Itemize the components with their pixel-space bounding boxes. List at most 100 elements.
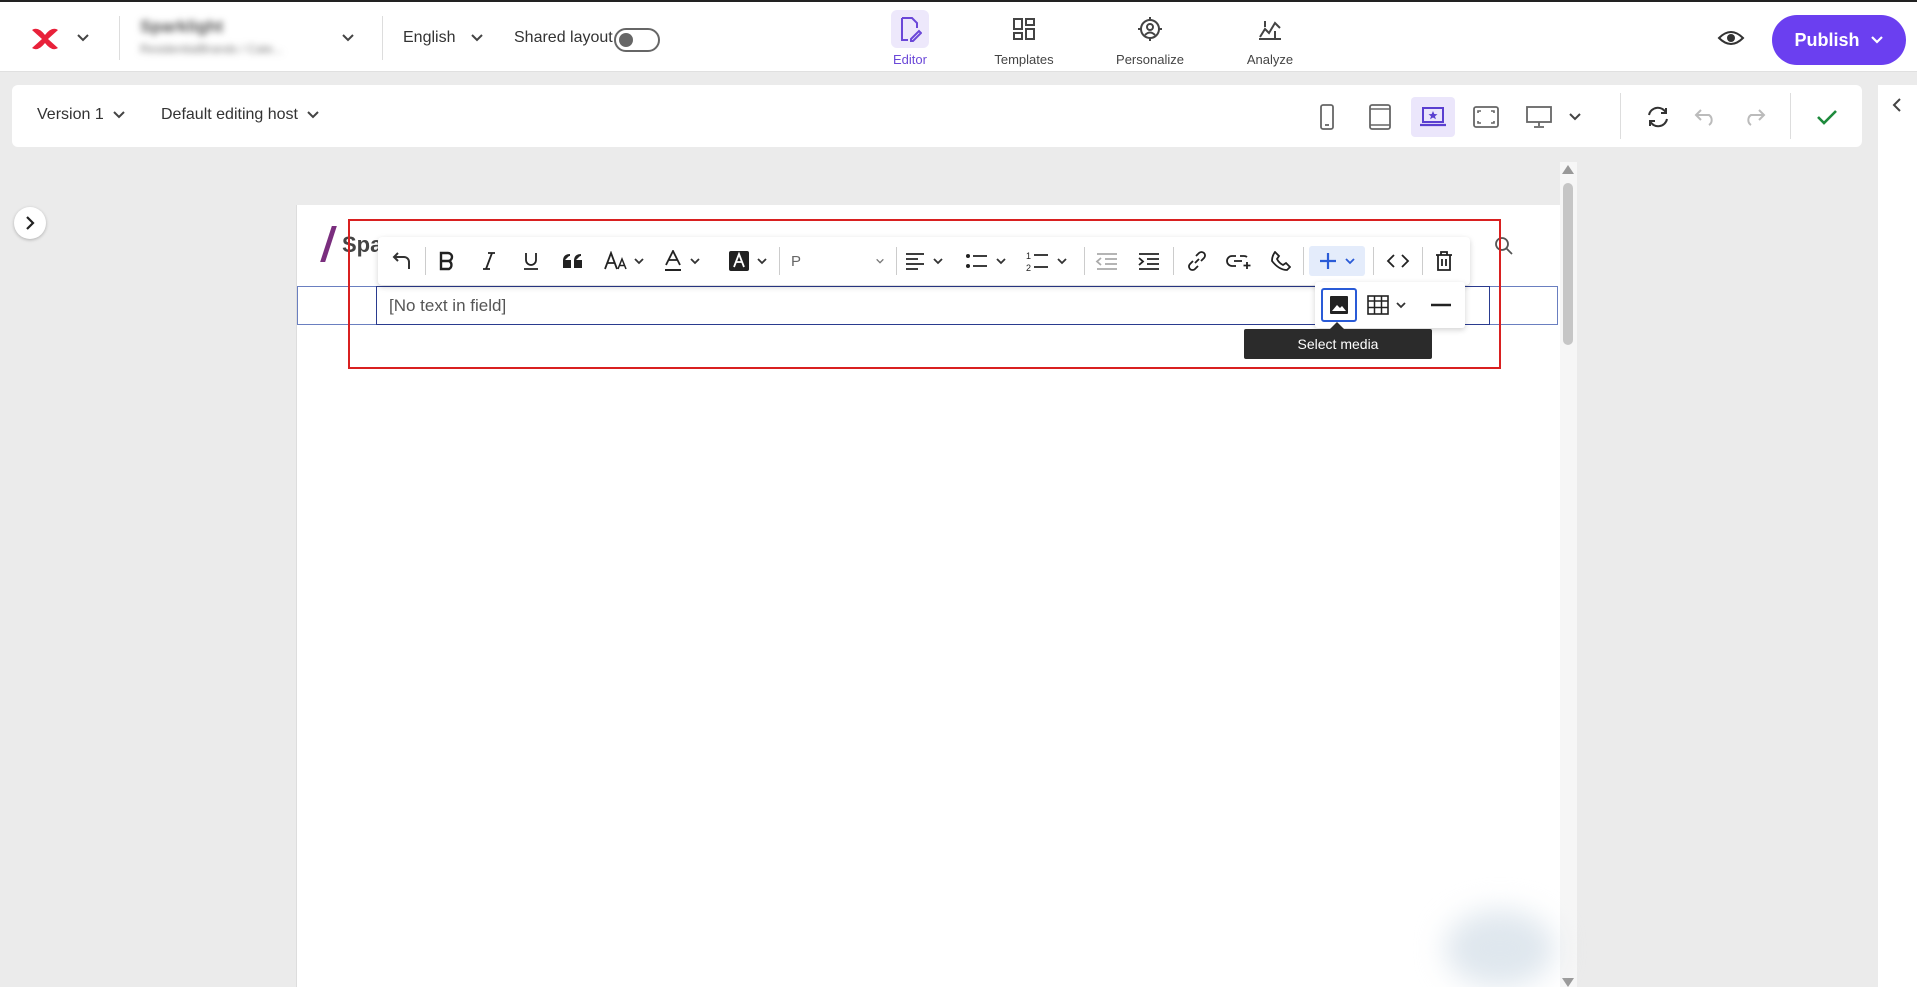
nav-analyze-label: Analyze [1246,52,1294,67]
undo-button[interactable] [1684,97,1728,137]
tablet-icon [1369,104,1391,130]
device-mobile-button[interactable] [1305,97,1349,137]
undo-icon [1694,109,1713,126]
redo-button[interactable] [1732,97,1776,137]
insert-button[interactable] [1309,246,1365,276]
shared-layout-label: Shared layout [514,29,613,46]
publish-label: Publish [1794,29,1860,50]
blockquote-button[interactable] [560,246,586,276]
analyze-icon [1251,10,1289,48]
publish-button[interactable]: Publish [1772,15,1906,65]
indent-icon [1138,253,1159,270]
select-media-button[interactable] [1321,288,1357,322]
chevron-left-icon[interactable] [1892,97,1902,113]
site-name[interactable]: Sparklight [140,17,223,37]
check-icon [1817,110,1837,125]
app-switcher-chevron-icon[interactable] [76,30,90,48]
svg-text:1: 1 [1026,251,1031,261]
shared-layout-toggle[interactable] [614,28,660,52]
personalize-icon [1131,10,1169,48]
bullet-list-button[interactable] [965,246,1013,276]
align-left-icon [906,253,924,270]
device-laptop-button[interactable] [1411,97,1455,137]
desktop-icon [1526,106,1552,128]
bold-button[interactable] [434,246,460,276]
nav-personalize-label: Personalize [1116,52,1184,67]
site-path: ResidentialBrands / Cate... [140,42,283,56]
image-icon [1330,296,1348,314]
horizontal-rule-button[interactable] [1427,290,1455,320]
chevron-down-icon [996,258,1006,265]
chevron-down-icon [1396,302,1406,309]
highlight-icon [729,251,749,271]
language-selector[interactable]: English [403,29,484,47]
language-label: English [403,29,456,46]
device-custom-button[interactable] [1464,97,1508,137]
chevron-right-icon [26,216,35,230]
nav-editor[interactable]: Editor [860,10,960,67]
arrow-up-left-icon [392,252,410,269]
insert-link-button[interactable] [1225,246,1253,276]
preview-eye-icon[interactable] [1717,24,1745,57]
nav-analyze[interactable]: Analyze [1220,10,1320,67]
table-icon [1367,295,1389,315]
phone-link-button[interactable] [1268,246,1294,276]
indent-button[interactable] [1135,246,1163,276]
scroll-down-arrow-icon[interactable] [1562,978,1574,987]
font-size-button[interactable] [603,246,649,276]
chevron-down-icon [307,111,319,119]
editing-host-selector[interactable]: Default editing host [161,106,320,124]
chevron-down-icon [113,111,125,119]
scroll-up-arrow-icon[interactable] [1562,165,1574,174]
device-more-chevron[interactable] [1560,97,1590,137]
save-check-button[interactable] [1805,97,1849,137]
bold-icon [439,251,454,271]
highlight-color-button[interactable] [728,246,772,276]
chevron-down-icon [1345,258,1355,265]
link-add-icon [1226,255,1251,269]
source-code-button[interactable] [1383,246,1413,276]
app-logo[interactable] [28,24,62,54]
outdent-button[interactable] [1093,246,1121,276]
select-parent-button[interactable] [388,246,414,276]
underline-button[interactable] [518,246,544,276]
font-color-button[interactable] [663,246,703,276]
plus-icon [1320,253,1336,269]
templates-icon [1005,10,1043,48]
chevron-down-icon [1057,258,1067,265]
refresh-icon [1648,106,1668,128]
link-button[interactable] [1184,246,1210,276]
version-selector[interactable]: Version 1 [37,106,126,124]
italic-button[interactable] [476,246,502,276]
scrollbar-thumb[interactable] [1563,183,1573,345]
device-tablet-button[interactable] [1358,97,1402,137]
delete-button[interactable] [1431,246,1457,276]
paragraph-format-select[interactable]: P [787,246,889,276]
device-desktop-button[interactable] [1517,97,1561,137]
chevron-down-icon [471,34,483,42]
expand-left-panel-button[interactable] [14,207,46,239]
bullet-list-icon [966,254,987,268]
svg-text:2: 2 [1026,263,1031,272]
site-chevron-icon[interactable] [341,30,355,48]
nav-templates[interactable]: Templates [974,10,1074,67]
align-button[interactable] [904,246,952,276]
select-media-tooltip: Select media [1244,322,1432,359]
code-icon [1386,254,1410,268]
nav-personalize[interactable]: Personalize [1100,10,1200,67]
phone-icon [1271,251,1291,271]
right-panel-strip [1878,85,1917,987]
laptop-icon [1420,107,1446,127]
horizontal-line-icon [1431,303,1451,307]
chevron-down-icon [933,258,943,265]
top-header: Sparklight ResidentialBrands / Cate... E… [0,0,1917,72]
rich-text-toolbar: P 12 [378,237,1470,285]
refresh-button[interactable] [1636,97,1680,137]
insert-table-button[interactable] [1367,290,1411,320]
outdent-icon [1095,253,1117,270]
editor-icon [891,10,929,48]
numbered-list-button[interactable]: 12 [1026,246,1076,276]
mobile-icon [1320,104,1334,130]
chevron-down-icon [876,258,884,264]
link-icon [1188,251,1206,271]
